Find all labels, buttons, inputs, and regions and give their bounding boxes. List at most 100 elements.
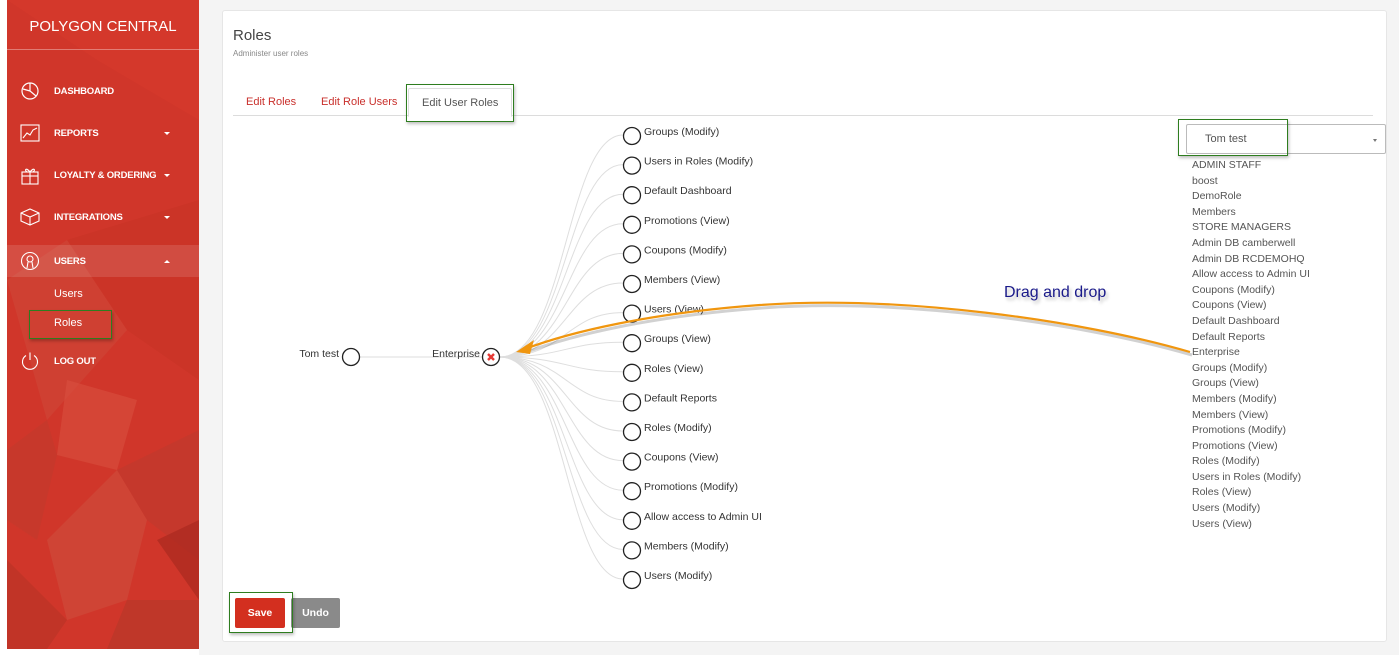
permission-node-circle[interactable] xyxy=(622,363,642,382)
permission-node-label: Groups (Modify) xyxy=(644,126,719,138)
available-role-item[interactable]: Admin DB RCDEMOHQ xyxy=(1192,252,1382,268)
gift-icon xyxy=(19,164,41,186)
available-role-item[interactable]: Members (Modify) xyxy=(1192,392,1382,408)
sidebar-item-loyalty-ordering[interactable]: LOYALTY & ORDERING xyxy=(7,160,199,190)
undo-button[interactable]: Undo xyxy=(291,598,340,628)
permission-node-label: Promotions (View) xyxy=(644,215,730,227)
sidebar-item-label: INTEGRATIONS xyxy=(54,211,123,223)
permission-node-label: Roles (View) xyxy=(644,363,703,375)
save-button[interactable]: Save xyxy=(235,598,285,628)
permission-node-circle[interactable] xyxy=(622,541,642,560)
available-role-item[interactable]: Admin DB camberwell xyxy=(1192,236,1382,252)
available-role-item[interactable]: DemoRole xyxy=(1192,189,1382,205)
chevron-down-icon xyxy=(164,131,170,135)
permission-node-circle[interactable] xyxy=(622,126,642,146)
sidebar-subitem-roles[interactable]: Roles xyxy=(54,317,82,329)
sidebar-item-logout[interactable]: LOG OUT xyxy=(7,346,199,376)
available-role-item[interactable]: Default Dashboard xyxy=(1192,314,1382,330)
page-subtitle: Administer user roles xyxy=(233,49,309,58)
permission-node-circle[interactable] xyxy=(622,215,642,234)
permission-node-label: Allow access to Admin UI xyxy=(644,511,762,523)
tab-edit-roles[interactable]: Edit Roles xyxy=(233,88,309,116)
user-select-value: Tom test xyxy=(1205,133,1247,145)
permission-node-circle[interactable] xyxy=(622,156,642,175)
available-role-item[interactable]: Coupons (Modify) xyxy=(1192,283,1382,299)
chevron-down-icon xyxy=(164,173,170,177)
available-role-item[interactable]: Default Reports xyxy=(1192,330,1382,346)
available-role-item[interactable]: Roles (View) xyxy=(1192,485,1382,501)
brand-logo[interactable]: POLYGON CENTRAL xyxy=(7,0,199,50)
user-icon xyxy=(19,250,41,272)
available-role-item[interactable]: STORE MANAGERS xyxy=(1192,220,1382,236)
permission-node-label: Users in Roles (Modify) xyxy=(644,156,753,168)
line-chart-icon xyxy=(19,122,41,144)
permission-node-label: Members (View) xyxy=(644,274,720,286)
permission-node-circle[interactable] xyxy=(622,393,642,412)
available-roles-list: ADMIN STAFF boost DemoRole Members STORE MAN… xyxy=(1192,158,1382,532)
chevron-up-icon xyxy=(164,259,170,263)
sidebar-item-label: REPORTS xyxy=(54,127,99,139)
permission-node-label: Promotions (Modify) xyxy=(644,481,738,493)
available-role-item[interactable]: Roles (Modify) xyxy=(1192,454,1382,470)
available-role-item[interactable]: Users (Modify) xyxy=(1192,501,1382,517)
permission-node-label: Coupons (View) xyxy=(644,452,719,464)
permission-node-label: Coupons (Modify) xyxy=(644,244,727,256)
permission-node-circle[interactable] xyxy=(622,511,642,530)
power-icon xyxy=(19,350,41,372)
available-role-item[interactable]: Groups (View) xyxy=(1192,376,1382,392)
available-role-item[interactable]: Members xyxy=(1192,205,1382,221)
brand-title: POLYGON CENTRAL xyxy=(29,18,177,35)
permission-node-circle[interactable] xyxy=(622,422,642,442)
permission-node-circle[interactable] xyxy=(622,334,642,353)
user-select[interactable]: Tom test xyxy=(1186,124,1386,154)
user-node-circle[interactable] xyxy=(341,347,361,367)
drag-drop-annotation: Drag and drop xyxy=(1004,284,1107,301)
chevron-down-icon xyxy=(1373,139,1377,142)
permission-node-label: Groups (View) xyxy=(644,333,711,345)
sidebar-item-label: DASHBOARD xyxy=(54,85,114,97)
cube-icon xyxy=(19,206,41,228)
chevron-down-icon xyxy=(164,215,170,219)
available-role-item[interactable]: Enterprise xyxy=(1192,345,1382,361)
available-role-item[interactable]: Promotions (Modify) xyxy=(1192,423,1382,439)
sidebar-item-dashboard[interactable]: DASHBOARD xyxy=(7,76,199,106)
tab-edit-user-roles[interactable]: Edit User Roles xyxy=(408,88,513,117)
permission-node-circle[interactable] xyxy=(622,570,642,590)
pie-chart-icon xyxy=(19,80,41,102)
available-role-item[interactable]: Users (View) xyxy=(1192,517,1382,533)
role-node-label: Enterprise xyxy=(432,348,480,360)
permission-node-circle[interactable] xyxy=(622,274,642,294)
permission-node-label: Default Reports xyxy=(644,392,717,404)
permission-node-label: Users (View) xyxy=(644,304,704,316)
permission-node-circle[interactable] xyxy=(622,245,642,264)
sidebar-subitem-users[interactable]: Users xyxy=(54,288,83,300)
available-role-item[interactable]: Groups (Modify) xyxy=(1192,361,1382,377)
permission-node-label: Users (Modify) xyxy=(644,570,712,582)
sidebar-item-reports[interactable]: REPORTS xyxy=(7,118,199,148)
permission-node-label: Members (Modify) xyxy=(644,540,729,552)
sidebar-item-label: LOYALTY & ORDERING xyxy=(54,169,157,181)
app-root: POLYGON CENTRAL DASHBOARD REPORTS LOYALT… xyxy=(0,0,1399,655)
permission-node-circle[interactable] xyxy=(622,304,642,323)
user-node-label: Tom test xyxy=(299,348,339,360)
permission-node-label: Default Dashboard xyxy=(644,185,732,197)
sidebar-item-label: LOG OUT xyxy=(54,355,96,367)
tab-bar: Edit Roles Edit Role Users Edit User Rol… xyxy=(233,88,1373,117)
page-title: Roles xyxy=(233,27,272,44)
permission-node-label: Roles (Modify) xyxy=(644,422,712,434)
available-role-item[interactable]: Allow access to Admin UI xyxy=(1192,267,1382,283)
sidebar-item-integrations[interactable]: INTEGRATIONS xyxy=(7,202,199,232)
available-role-item[interactable]: ADMIN STAFF xyxy=(1192,158,1382,174)
tab-edit-role-users[interactable]: Edit Role Users xyxy=(308,88,410,116)
available-role-item[interactable]: Promotions (View) xyxy=(1192,439,1382,455)
available-role-item[interactable]: boost xyxy=(1192,174,1382,190)
available-role-item[interactable]: Coupons (View) xyxy=(1192,298,1382,314)
sidebar: POLYGON CENTRAL DASHBOARD REPORTS LOYALT… xyxy=(7,0,199,649)
sidebar-item-label: USERS xyxy=(54,255,86,267)
permission-node-circle[interactable] xyxy=(622,186,642,205)
available-role-item[interactable]: Members (View) xyxy=(1192,408,1382,424)
sidebar-item-users[interactable]: USERS xyxy=(7,245,199,277)
available-role-item[interactable]: Users in Roles (Modify) xyxy=(1192,470,1382,486)
permission-node-circle[interactable] xyxy=(622,452,642,471)
permission-node-circle[interactable] xyxy=(622,482,642,501)
